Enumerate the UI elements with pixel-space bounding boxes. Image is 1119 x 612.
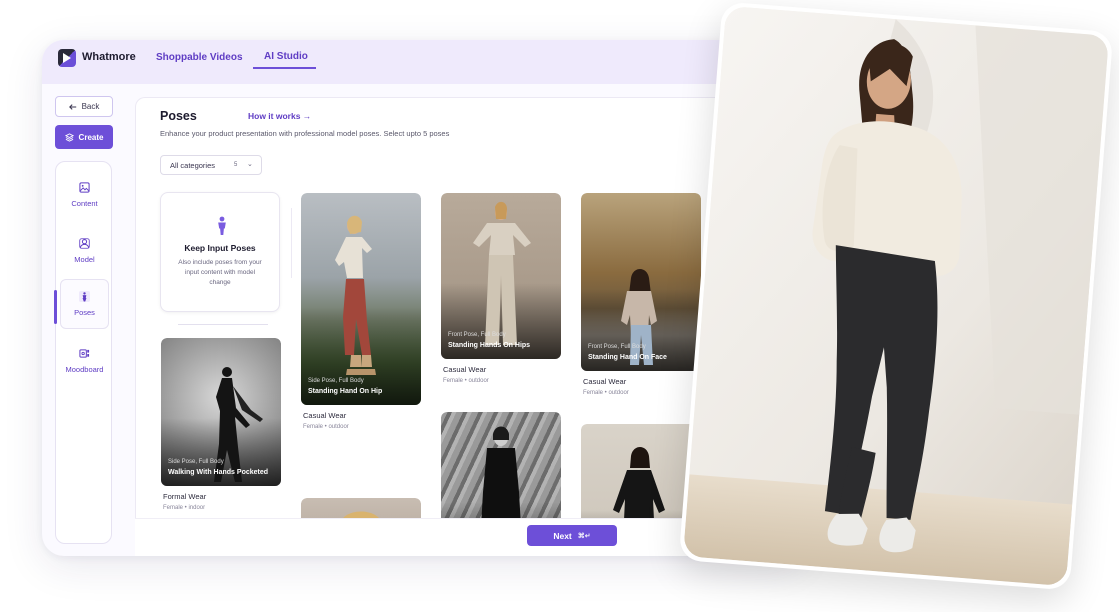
pose-tags: Female • outdoor (443, 378, 489, 384)
pose-tags: Female • indoor (163, 505, 206, 511)
sidebar-item-label: Content (71, 199, 98, 208)
keep-input-poses-card[interactable]: Keep Input Poses Also include poses from… (160, 192, 280, 312)
layers-icon (64, 132, 74, 142)
divider (178, 324, 268, 325)
category-select-value: All categories (170, 160, 216, 170)
page-title: Poses (160, 109, 197, 123)
pose-meta: Front Pose, Full Body Standing Hand On F… (588, 344, 667, 362)
pose-tags: Female • outdoor (303, 424, 349, 430)
model-icon (79, 238, 90, 249)
pose-type: Side Pose, Full Body (308, 378, 364, 384)
pose-meta: Side Pose, Full Body Walking With Hands … (168, 459, 268, 477)
whatmore-logo-icon (58, 49, 76, 67)
pose-image: Front Pose, Full Body Standing Hand On F… (581, 193, 701, 371)
pose-card[interactable]: Front Pose, Full Body Standing Hand On F… (581, 193, 701, 396)
pose-category: Casual Wear (583, 377, 627, 386)
chevron-down-icon: ⌄ (247, 161, 253, 168)
pose-meta: Front Pose, Full Body Standing Hands On … (448, 332, 530, 350)
pose-image: Front Pose, Full Body Standing Hands On … (441, 193, 561, 359)
pose-type: Front Pose, Full Body (448, 332, 506, 338)
moodboard-icon (79, 349, 90, 358)
pose-name: Standing Hands On Hips (448, 342, 531, 349)
pose-category: Casual Wear (443, 365, 487, 374)
how-it-works-link[interactable]: How it works → (248, 111, 311, 121)
pose-name: Standing Hand On Hip (308, 388, 383, 395)
pose-image: Side Pose, Full Body Standing Hand On Hi… (301, 193, 421, 405)
category-select[interactable]: All categories 5 ⌄ (160, 155, 262, 175)
pose-card[interactable]: Side Pose, Full Body Standing Hand On Hi… (301, 193, 421, 430)
image-icon (79, 182, 90, 193)
arrow-left-icon (68, 103, 76, 110)
pose-type: Front Pose, Full Body (588, 344, 646, 350)
stage: Whatmore Shoppable Videos AI Studio Back… (0, 0, 1119, 612)
pose-meta: Side Pose, Full Body Standing Hand On Hi… (308, 378, 382, 396)
model-figure (682, 5, 1110, 587)
hero-model-image (682, 5, 1110, 587)
next-label: Next (553, 530, 572, 541)
pose-image: Side Pose, Full Body Walking With Hands … (161, 338, 281, 486)
pose-tags: Female • outdoor (583, 390, 629, 396)
person-icon (218, 216, 226, 235)
model-figure (335, 215, 376, 375)
create-button[interactable]: Create (55, 125, 113, 149)
tab-ai-studio[interactable]: AI Studio (264, 51, 308, 62)
pose-type: Side Pose, Full Body (168, 459, 224, 465)
top-navigation-bar: Whatmore Shoppable Videos AI Studio (42, 40, 802, 84)
sidebar-item-poses[interactable]: Poses (60, 279, 109, 329)
sidebar-item-content[interactable]: Content (60, 170, 109, 220)
active-item-marker (54, 290, 57, 324)
tab-shoppable-videos[interactable]: Shoppable Videos (156, 52, 243, 63)
page-subtitle: Enhance your product presentation with p… (160, 129, 450, 138)
pose-name: Standing Hand On Face (588, 354, 667, 361)
pose-card[interactable]: Side Pose, Full Body Walking With Hands … (161, 338, 281, 511)
pose-card[interactable]: Front Pose, Full Body Standing Hands On … (441, 193, 561, 384)
sidebar-item-moodboard[interactable]: Moodboard (60, 336, 109, 386)
create-label: Create (78, 132, 104, 142)
column-divider (291, 208, 292, 278)
sidebar-item-label: Moodboard (65, 365, 104, 374)
pose-category: Formal Wear (163, 492, 207, 501)
hero-model-photo (678, 1, 1114, 591)
category-count-badge: 5 (234, 162, 238, 168)
back-button[interactable]: Back (55, 96, 113, 117)
keyboard-shortcut-hint: ⌘↵ (577, 532, 591, 540)
sidebar-item-model[interactable]: Model (60, 226, 109, 276)
keep-input-poses-title: Keep Input Poses (184, 243, 256, 253)
sidebar-item-label: Poses (74, 308, 95, 317)
next-button[interactable]: Next ⌘↵ (527, 525, 617, 546)
active-tab-indicator (253, 67, 316, 69)
keep-input-poses-description: Also include poses from your input conte… (178, 259, 262, 286)
sidebar-item-label: Model (74, 255, 95, 264)
pose-category: Casual Wear (303, 411, 347, 420)
back-label: Back (81, 102, 100, 111)
person-pose-icon (79, 291, 90, 302)
sidebar: Content Model Poses Moodboard (54, 161, 112, 544)
pose-name: Walking With Hands Pocketed (168, 469, 269, 476)
brand-name: Whatmore (82, 51, 136, 63)
